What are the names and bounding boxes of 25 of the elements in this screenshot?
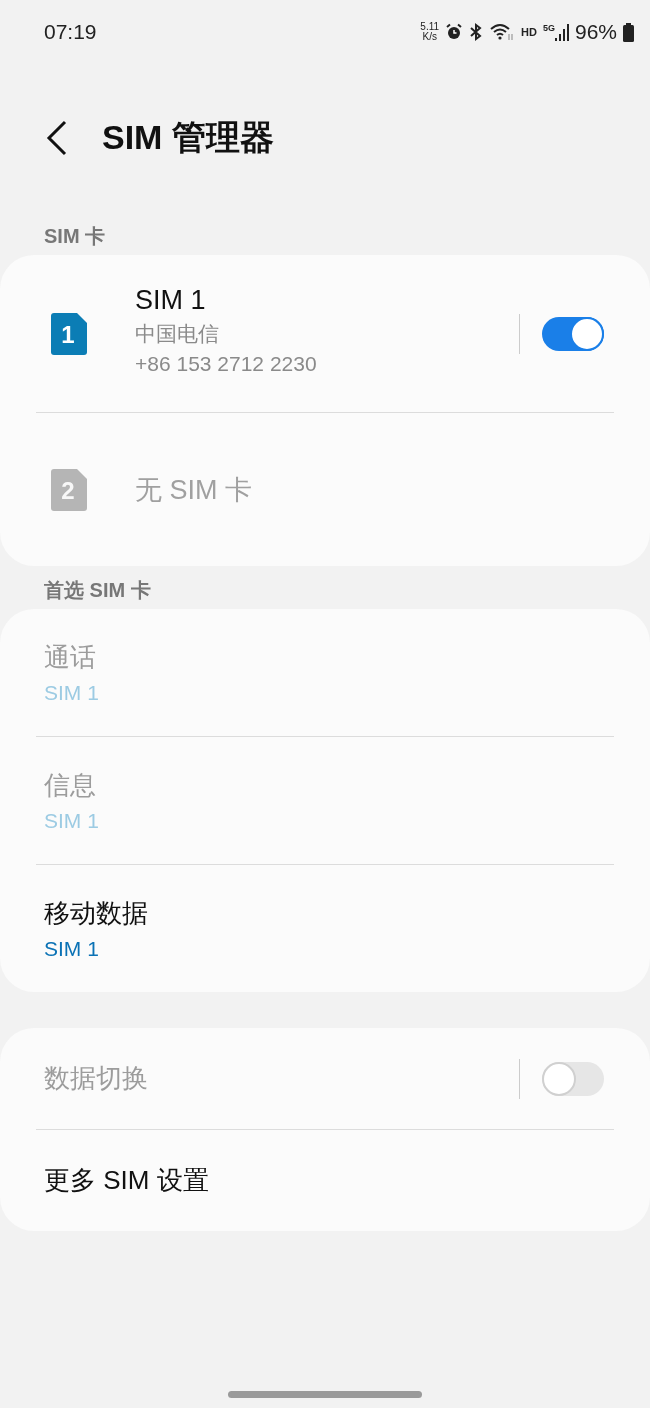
section-header: SIM 卡 xyxy=(43,224,107,249)
carrier-name: 中国电信 xyxy=(135,321,220,347)
sim-card-icon: 1 xyxy=(51,312,87,355)
page-title: SIM 管理器 xyxy=(102,117,274,158)
settings-link[interactable]: 更多 SIM 设置 xyxy=(44,1163,209,1198)
preferred-sim-item[interactable]: 移动数据 SIM 1 xyxy=(36,865,614,992)
network-speed-unit: K/s xyxy=(422,32,437,42)
status-time: 07:19 xyxy=(44,20,97,44)
hd-indicator: HD xyxy=(521,26,537,38)
network-type: 5G xyxy=(542,23,555,33)
alarm-icon xyxy=(445,23,464,41)
sim-card-icon: 2 xyxy=(51,468,87,511)
signal-icon xyxy=(554,23,569,41)
sim-name: 无 SIM 卡 xyxy=(135,473,252,507)
back-icon[interactable] xyxy=(46,120,68,156)
sim-toggle[interactable] xyxy=(542,316,604,351)
battery-icon xyxy=(623,22,634,42)
phone-number: +86 153 2712 2230 xyxy=(135,352,318,376)
section-header: 首选 SIM 卡 xyxy=(43,578,152,603)
wifi-icon xyxy=(489,22,516,42)
sim-name: SIM 1 xyxy=(135,285,207,316)
setting-label: 数据切换 xyxy=(44,1062,149,1095)
bluetooth-icon xyxy=(469,23,484,41)
battery-level: 96% xyxy=(574,20,617,44)
network-speed: 5.11 xyxy=(420,22,440,32)
